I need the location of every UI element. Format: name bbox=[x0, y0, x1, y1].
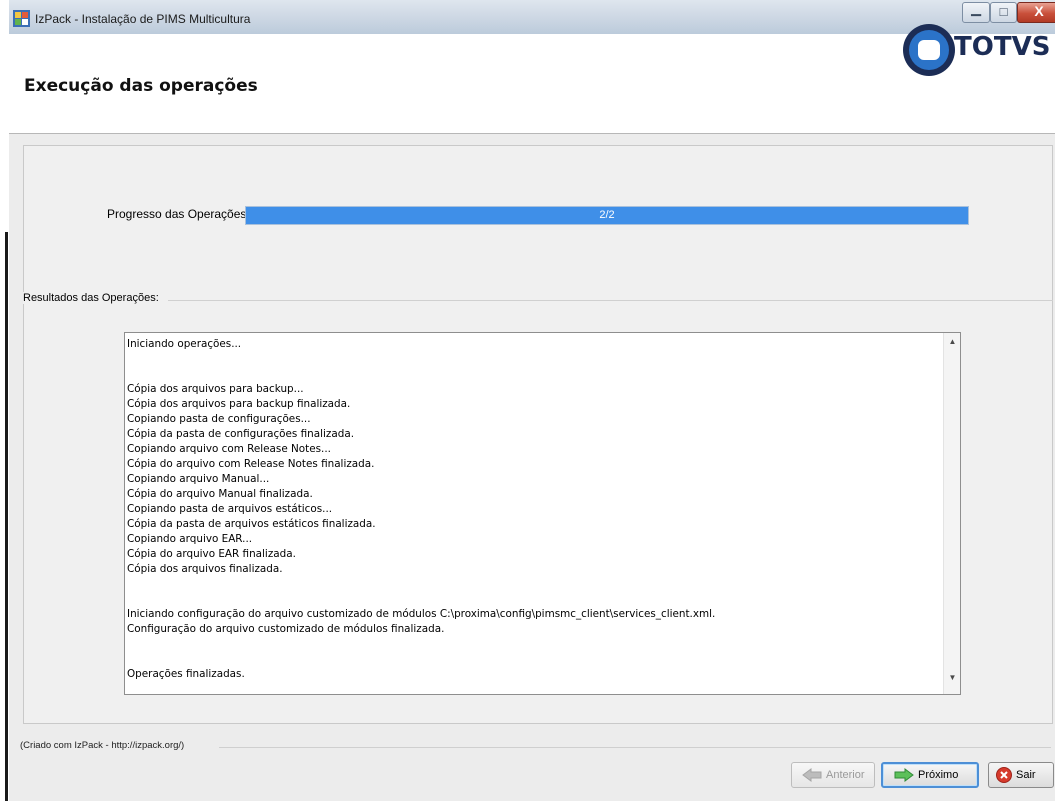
quit-button[interactable]: Sair bbox=[988, 762, 1054, 788]
progress-text: 2/2 bbox=[599, 209, 615, 221]
close-icon: X bbox=[1034, 3, 1044, 19]
log-line: Copiando pasta de arquivos estáticos... bbox=[127, 503, 333, 515]
previous-button-label: Anterior bbox=[826, 769, 865, 781]
arrow-right-icon bbox=[894, 768, 914, 782]
scroll-up-icon[interactable]: ▲ bbox=[944, 337, 961, 354]
results-group-label: Resultados das Operações: bbox=[23, 292, 163, 304]
footer-divider bbox=[219, 747, 1051, 748]
maximize-icon: □ bbox=[999, 4, 1008, 19]
background-window-border bbox=[5, 232, 8, 801]
log-line: Cópia dos arquivos para backup... bbox=[127, 383, 304, 395]
logo-text: TOTVS bbox=[954, 32, 1051, 62]
log-line: Cópia do arquivo com Release Notes final… bbox=[127, 458, 375, 470]
installer-window: IzPack - Instalação de PIMS Multicultura… bbox=[9, 0, 1055, 801]
next-button[interactable]: Próximo bbox=[881, 762, 979, 788]
log-line: Cópia da pasta de arquivos estáticos fin… bbox=[127, 518, 376, 530]
arrow-left-icon bbox=[802, 768, 822, 782]
log-line: Cópia dos arquivos finalizada. bbox=[127, 563, 283, 575]
log-line: Copiando arquivo EAR... bbox=[127, 533, 253, 545]
quit-button-label: Sair bbox=[1016, 769, 1036, 781]
group-divider bbox=[168, 300, 1053, 301]
progress-label: Progresso das Operações: bbox=[107, 207, 250, 221]
results-log[interactable]: Iniciando operações... Cópia dos arquivos… bbox=[127, 337, 939, 692]
next-button-label: Próximo bbox=[918, 769, 959, 781]
log-line: Operações finalizadas. bbox=[127, 668, 245, 680]
log-line: Cópia da pasta de configurações finaliza… bbox=[127, 428, 355, 440]
window-title: IzPack - Instalação de PIMS Multicultura bbox=[35, 12, 251, 26]
scroll-down-icon[interactable]: ▼ bbox=[944, 673, 961, 690]
minimize-icon: ▁ bbox=[971, 1, 981, 16]
log-line: Iniciando configuração do arquivo custom… bbox=[127, 608, 716, 620]
log-line: Cópia do arquivo Manual finalizada. bbox=[127, 488, 313, 500]
log-line: Copiando arquivo Manual... bbox=[127, 473, 270, 485]
previous-button[interactable]: Anterior bbox=[791, 762, 875, 788]
quit-x-icon bbox=[996, 767, 1012, 783]
vertical-scrollbar[interactable]: ▲ ▼ bbox=[943, 333, 960, 694]
title-bar[interactable]: IzPack - Instalação de PIMS Multicultura… bbox=[9, 0, 1055, 34]
log-line: Cópia dos arquivos para backup finalizad… bbox=[127, 398, 351, 410]
header-panel: Execução das operações bbox=[9, 34, 1055, 134]
operations-progress-bar: 2/2 bbox=[245, 206, 969, 225]
log-line: Cópia do arquivo EAR finalizada. bbox=[127, 548, 296, 560]
log-line: Copiando arquivo com Release Notes... bbox=[127, 443, 331, 455]
log-line: Iniciando operações... bbox=[127, 338, 242, 350]
results-text-area[interactable]: Iniciando operações... Cópia dos arquivos… bbox=[124, 332, 961, 695]
izpack-credit: (Criado com IzPack - http://izpack.org/) bbox=[20, 740, 189, 751]
izpack-app-icon bbox=[13, 10, 30, 27]
log-line: Copiando pasta de configurações... bbox=[127, 413, 311, 425]
log-line: Configuração do arquivo customizado de m… bbox=[127, 623, 445, 635]
page-title: Execução das operações bbox=[24, 76, 258, 96]
